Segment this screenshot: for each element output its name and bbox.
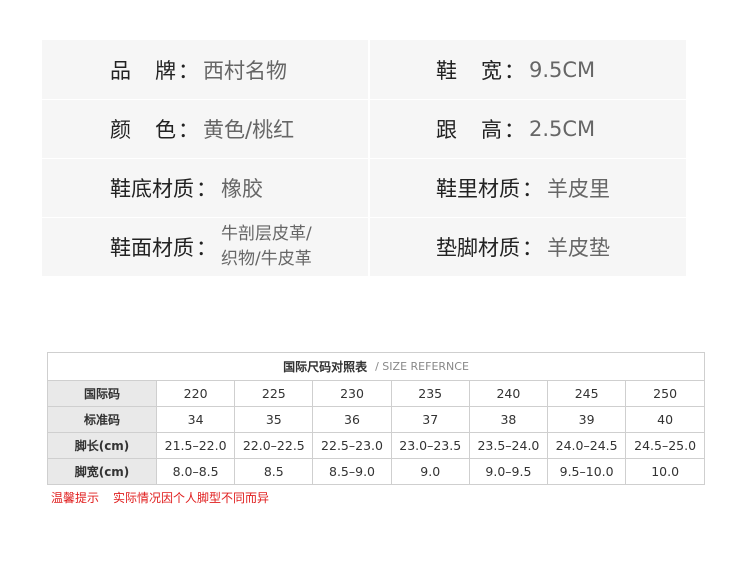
table-row: 脚宽(cm) 8.0–8.5 8.5 8.5–9.0 9.0 9.0–9.5 9.5–10.… xyxy=(48,458,704,484)
spec-upper-value-line2: 织物/牛皮革 xyxy=(221,249,312,269)
table-cell: 9.5–10.0 xyxy=(547,458,627,484)
size-table-title-en: / SIZE REFERNCE xyxy=(375,360,469,373)
table-row: 脚长(cm) 21.5–22.0 22.0–22.5 22.5–23.0 23.0–23… xyxy=(48,432,704,459)
spec-insole-label: 垫脚材质 xyxy=(436,236,520,260)
colon: ： xyxy=(522,236,543,260)
spec-upper-value-line1: 牛剖层皮革/ xyxy=(221,224,312,244)
table-cell: 24.5–25.0 xyxy=(625,432,704,459)
spec-heel: 跟 高 ： 2.5CM xyxy=(370,99,686,158)
table-cell: 39 xyxy=(547,406,627,433)
spec-color-label-char2: 色 xyxy=(155,118,176,142)
table-cell: 9.0–9.5 xyxy=(469,458,549,484)
size-reference-table: 国际尺码对照表 / SIZE REFERNCE 国际码 220 225 230 235 2… xyxy=(47,352,705,485)
product-spec-grid: 品 牌 ： 西村名物 鞋 宽 ： 9.5CM 颜 色 ： 黄色/桃红 跟 高 ：… xyxy=(42,40,686,276)
table-cell: 235 xyxy=(391,381,470,407)
spec-color-label-char1: 颜 xyxy=(110,118,131,142)
spec-heel-label-char1: 跟 xyxy=(436,118,457,142)
spec-color-value: 黄色/桃红 xyxy=(203,118,295,142)
table-row: 国际码 220 225 230 235 240 245 250 xyxy=(48,381,704,407)
spec-brand-label: 品 牌 xyxy=(110,55,176,85)
spec-upper-label: 鞋面材质 xyxy=(110,236,194,260)
table-row: 标准码 34 35 36 37 38 39 40 xyxy=(48,406,704,433)
table-cell: 8.0–8.5 xyxy=(156,458,236,484)
spec-sole-label: 鞋底材质 xyxy=(110,177,194,201)
row-header: 标准码 xyxy=(48,406,157,433)
table-cell: 36 xyxy=(312,406,392,433)
spec-brand: 品 牌 ： 西村名物 xyxy=(42,40,368,99)
spec-color: 颜 色 ： 黄色/桃红 xyxy=(42,99,368,158)
colon: ： xyxy=(196,177,217,201)
spec-heel-value: 2.5CM xyxy=(529,117,596,141)
spec-width-label-char2: 宽 xyxy=(481,58,502,83)
table-cell: 34 xyxy=(156,406,236,433)
table-cell: 35 xyxy=(234,406,314,433)
table-cell: 38 xyxy=(469,406,549,433)
spec-lining-value: 羊皮里 xyxy=(547,177,610,201)
table-cell: 8.5–9.0 xyxy=(312,458,392,484)
colon: ： xyxy=(178,118,199,142)
spec-width: 鞋 宽 ： 9.5CM xyxy=(370,40,686,99)
table-cell: 230 xyxy=(312,381,392,407)
spec-sole-value: 橡胶 xyxy=(221,177,263,201)
note-title: 温馨提示 xyxy=(51,491,100,505)
table-cell: 9.0 xyxy=(391,458,470,484)
size-note: 温馨提示 实际情况因个人脚型不同而异 xyxy=(51,489,269,506)
table-cell: 8.5 xyxy=(234,458,314,484)
row-header: 脚宽(cm) xyxy=(48,458,157,484)
spec-width-label: 鞋 宽 xyxy=(436,55,502,85)
table-cell: 23.0–23.5 xyxy=(391,432,470,459)
spec-width-label-char1: 鞋 xyxy=(436,58,457,83)
spec-width-value: 9.5CM xyxy=(529,57,596,82)
spec-brand-value: 西村名物 xyxy=(203,58,287,83)
size-table-title-cn: 国际尺码对照表 xyxy=(283,360,368,374)
table-cell: 40 xyxy=(625,406,704,433)
table-cell: 245 xyxy=(547,381,627,407)
spec-lining-label: 鞋里材质 xyxy=(436,177,520,201)
colon: ： xyxy=(196,236,217,260)
spec-insole: 垫脚材质 ： 羊皮垫 xyxy=(370,217,686,276)
spec-brand-label-char1: 品 xyxy=(110,58,131,83)
spec-sole: 鞋底材质 ： 橡胶 xyxy=(42,158,368,217)
colon: ： xyxy=(522,177,543,201)
colon: ： xyxy=(504,58,525,83)
table-cell: 250 xyxy=(625,381,704,407)
table-cell: 24.0–24.5 xyxy=(547,432,627,459)
size-table-grid: 国际码 220 225 230 235 240 245 250 标准码 34 35 36 37 38 39 4… xyxy=(48,381,704,484)
spec-lining: 鞋里材质 ： 羊皮里 xyxy=(370,158,686,217)
table-cell: 37 xyxy=(391,406,470,433)
colon: ： xyxy=(504,118,525,142)
note-text: 实际情况因个人脚型不同而异 xyxy=(113,491,270,505)
table-cell: 225 xyxy=(234,381,314,407)
spec-brand-label-char2: 牌 xyxy=(155,58,176,83)
table-cell: 240 xyxy=(469,381,549,407)
row-header: 国际码 xyxy=(48,381,157,407)
table-cell: 21.5–22.0 xyxy=(156,432,236,459)
table-cell: 23.5–24.0 xyxy=(469,432,549,459)
table-cell: 22.0–22.5 xyxy=(234,432,314,459)
spec-upper-value: 牛剖层皮革/ 织物/牛皮革 xyxy=(221,222,331,272)
spec-upper: 鞋面材质 ： 牛剖层皮革/ 织物/牛皮革 xyxy=(42,217,368,276)
table-cell: 220 xyxy=(156,381,236,407)
spec-heel-label-char2: 高 xyxy=(481,118,502,142)
row-header: 脚长(cm) xyxy=(48,432,157,459)
spec-insole-value: 羊皮垫 xyxy=(547,236,610,260)
spec-color-label: 颜 色 xyxy=(110,114,176,144)
spec-heel-label: 跟 高 xyxy=(436,114,502,144)
table-cell: 22.5–23.0 xyxy=(312,432,392,459)
table-cell: 10.0 xyxy=(651,464,680,479)
colon: ： xyxy=(178,58,199,83)
size-table-title: 国际尺码对照表 / SIZE REFERNCE xyxy=(48,353,704,381)
